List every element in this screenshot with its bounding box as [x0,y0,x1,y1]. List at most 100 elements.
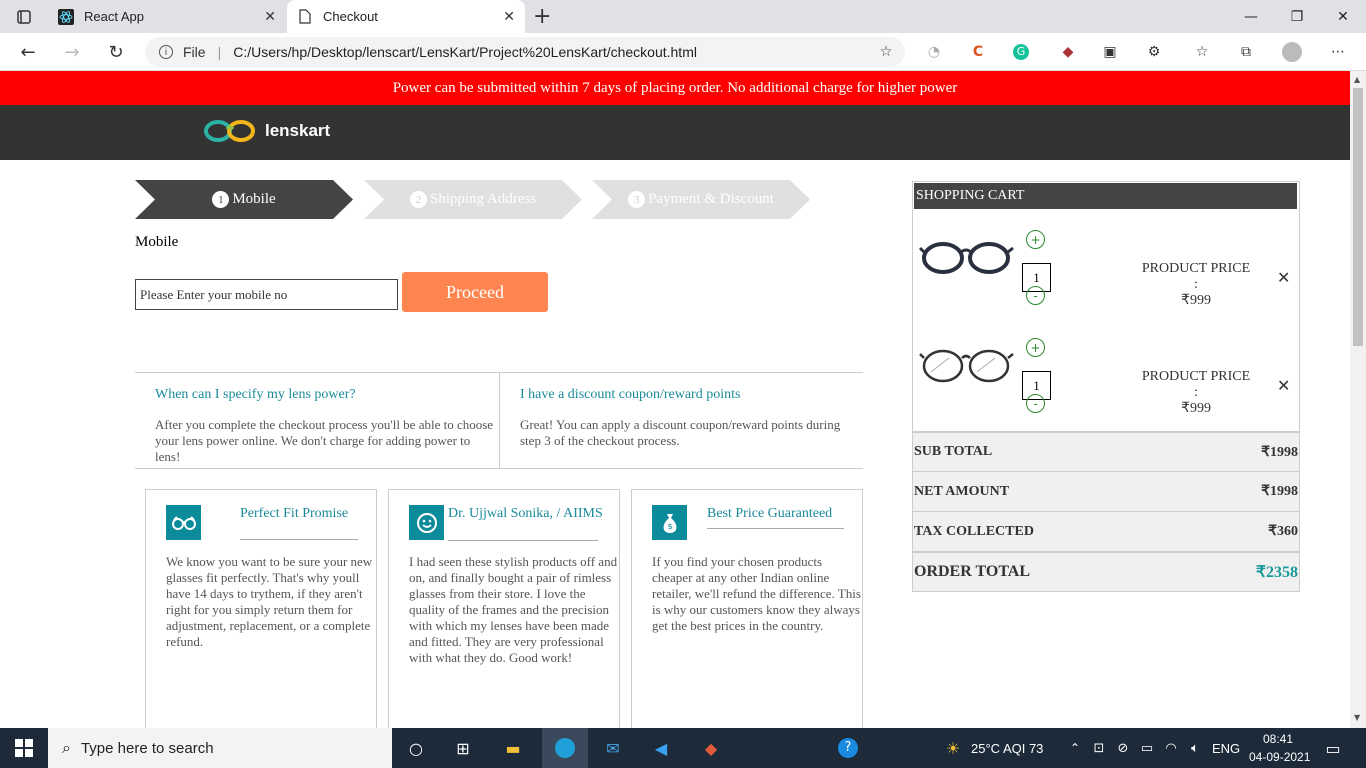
promo-banner: Power can be submitted within 7 days of … [0,71,1350,105]
product-glasses-image [919,349,1014,383]
step-mobile[interactable]: 1 Mobile [135,180,353,219]
git-icon[interactable]: ◆ [698,736,724,760]
close-tab-icon[interactable]: ✕ [264,9,276,25]
cortana-icon[interactable]: ○ [403,736,429,760]
order-total-row: ORDER TOTAL ₹2358 [913,551,1299,591]
card-underline [448,540,598,541]
scroll-up-icon[interactable]: ▲ [1354,75,1360,84]
mail-icon[interactable]: ✉ [600,736,626,760]
show-hidden-icons-icon[interactable]: ⌃ [1062,736,1088,760]
decrease-qty-button[interactable]: - [1026,394,1045,413]
page-icon [297,9,313,25]
card-title: Dr. Ujjwal Sonika, / AIIMS [448,506,603,521]
language-indicator[interactable]: ENG [1212,741,1240,756]
tab-title: React App [84,9,144,24]
scroll-down-icon[interactable]: ▼ [1354,713,1360,722]
network-device-icon[interactable]: ⊡ [1086,736,1112,760]
url-scheme-label: File [183,44,206,60]
step-number: 2 [409,191,427,208]
faq-item: When can I specify my lens power? After … [155,387,495,465]
shopping-cart: SHOPPING CART + 1 - PRODUCT PRICE : ₹999… [912,181,1300,592]
extension-c-icon[interactable]: C [968,42,988,62]
card-body: We know you want to be sure your new gla… [166,554,373,649]
help-icon[interactable]: ? [835,736,861,760]
tab-checkout[interactable]: Checkout ✕ [287,0,525,33]
step-number: 3 [628,191,646,208]
card-underline [240,539,358,540]
close-window-icon[interactable]: ✕ [1320,0,1366,33]
edge-icon[interactable] [542,728,588,768]
url-text: C:/Users/hp/Desktop/lenscart/LensKart/Pr… [233,44,697,60]
product-glasses-image [919,242,1014,274]
restore-icon[interactable]: ❐ [1274,0,1320,33]
battery-icon[interactable]: ▭ [1134,736,1160,760]
tab-actions-icon[interactable] [0,0,48,33]
weather-icon[interactable]: ☀ [940,736,966,760]
add-favorite-icon[interactable]: ☆ [876,42,896,62]
tax-row: TAX COLLECTED ₹360 [913,511,1299,551]
favorites-icon[interactable]: ☆ [1192,42,1212,62]
clock-date[interactable]: 04-09-2021 [1249,750,1310,764]
proceed-button[interactable]: Proceed [402,272,548,312]
remove-item-icon[interactable]: ✕ [1277,268,1290,287]
wifi-icon[interactable]: ◠ [1158,736,1184,760]
cart-item: + 1 - PRODUCT PRICE : ₹999 ✕ [913,220,1299,310]
scrollbar-thumb[interactable] [1353,88,1363,346]
file-explorer-icon[interactable]: ▬ [500,736,526,760]
step-payment-discount[interactable]: 3 Payment & Discount [592,180,810,219]
step-shipping-address[interactable]: 2 Shipping Address [364,180,582,219]
close-tab-icon[interactable]: ✕ [503,9,515,25]
mobile-label: Mobile [135,234,179,250]
vscode-icon[interactable]: ◀ [648,736,674,760]
tax-value: ₹360 [1268,524,1298,539]
product-price-value: ₹999 [1181,293,1211,308]
lenskart-logo[interactable]: lenskart [203,119,330,143]
url-field[interactable]: i File | C:/Users/hp/Desktop/lenscart/Le… [145,37,905,67]
remove-item-icon[interactable]: ✕ [1277,376,1290,395]
increase-qty-button[interactable]: + [1026,230,1045,249]
extension-colors-icon[interactable]: ◆ [1058,42,1078,62]
notifications-icon[interactable]: ▭ [1320,736,1346,760]
tab-react-app[interactable]: React App ✕ [48,0,286,33]
increase-qty-button[interactable]: + [1026,338,1045,357]
info-card-testimonial: Dr. Ujjwal Sonika, / AIIMS I had seen th… [388,489,620,734]
more-menu-icon[interactable]: ⋯ [1328,42,1348,62]
smiley-icon [409,505,444,540]
meet-now-icon[interactable]: ⊘ [1110,736,1136,760]
weather-text[interactable]: 25°C AQI 73 [971,741,1043,756]
decrease-qty-button[interactable]: - [1026,286,1045,305]
volume-icon[interactable]: 🔈︎ [1182,736,1208,760]
money-bag-icon: $ [652,505,687,540]
extension-box-icon[interactable]: ▣ [1100,42,1120,62]
subtotal-row: SUB TOTAL ₹1998 [913,431,1299,471]
forward-icon[interactable]: → [60,40,84,64]
site-header: lenskart [0,105,1350,160]
info-card-fit-promise: Perfect Fit Promise We know you want to … [145,489,377,734]
taskbar-search[interactable]: ⌕ Type here to search [48,728,392,768]
faq-question: When can I specify my lens power? [155,387,356,402]
clock-time[interactable]: 08:41 [1263,732,1293,746]
cart-item: + 1 - PRODUCT PRICE : ₹999 ✕ [913,328,1299,418]
back-icon[interactable]: ← [16,40,40,64]
lenskart-logo-icon [204,120,255,142]
windows-start-icon[interactable] [11,736,37,760]
step-label: Payment & Discount [648,191,774,207]
new-tab-icon[interactable]: + [533,4,551,29]
info-icon[interactable]: i [159,45,173,59]
extensions-icon[interactable]: ⚙ [1144,42,1164,62]
minimize-icon[interactable]: — [1228,0,1274,33]
logo-text: lenskart [265,121,331,140]
faq-question: I have a discount coupon/reward points [520,387,741,402]
page-scrollbar[interactable]: ▲ ▼ [1350,71,1366,728]
url-separator: | [217,44,222,60]
collections-icon[interactable]: ⧉ [1236,42,1256,62]
subtotal-value: ₹1998 [1261,444,1298,460]
mobile-input[interactable] [135,279,398,310]
info-card-best-price: $ Best Price Guaranteed If you find your… [631,489,863,734]
extension-icon[interactable]: ◔ [924,42,944,62]
grammarly-icon[interactable]: G [1011,42,1031,62]
refresh-icon[interactable]: ↻ [104,40,128,64]
profile-avatar-icon[interactable] [1282,42,1302,62]
tab-title: Checkout [323,9,378,24]
task-view-icon[interactable]: ⊞ [450,736,476,760]
